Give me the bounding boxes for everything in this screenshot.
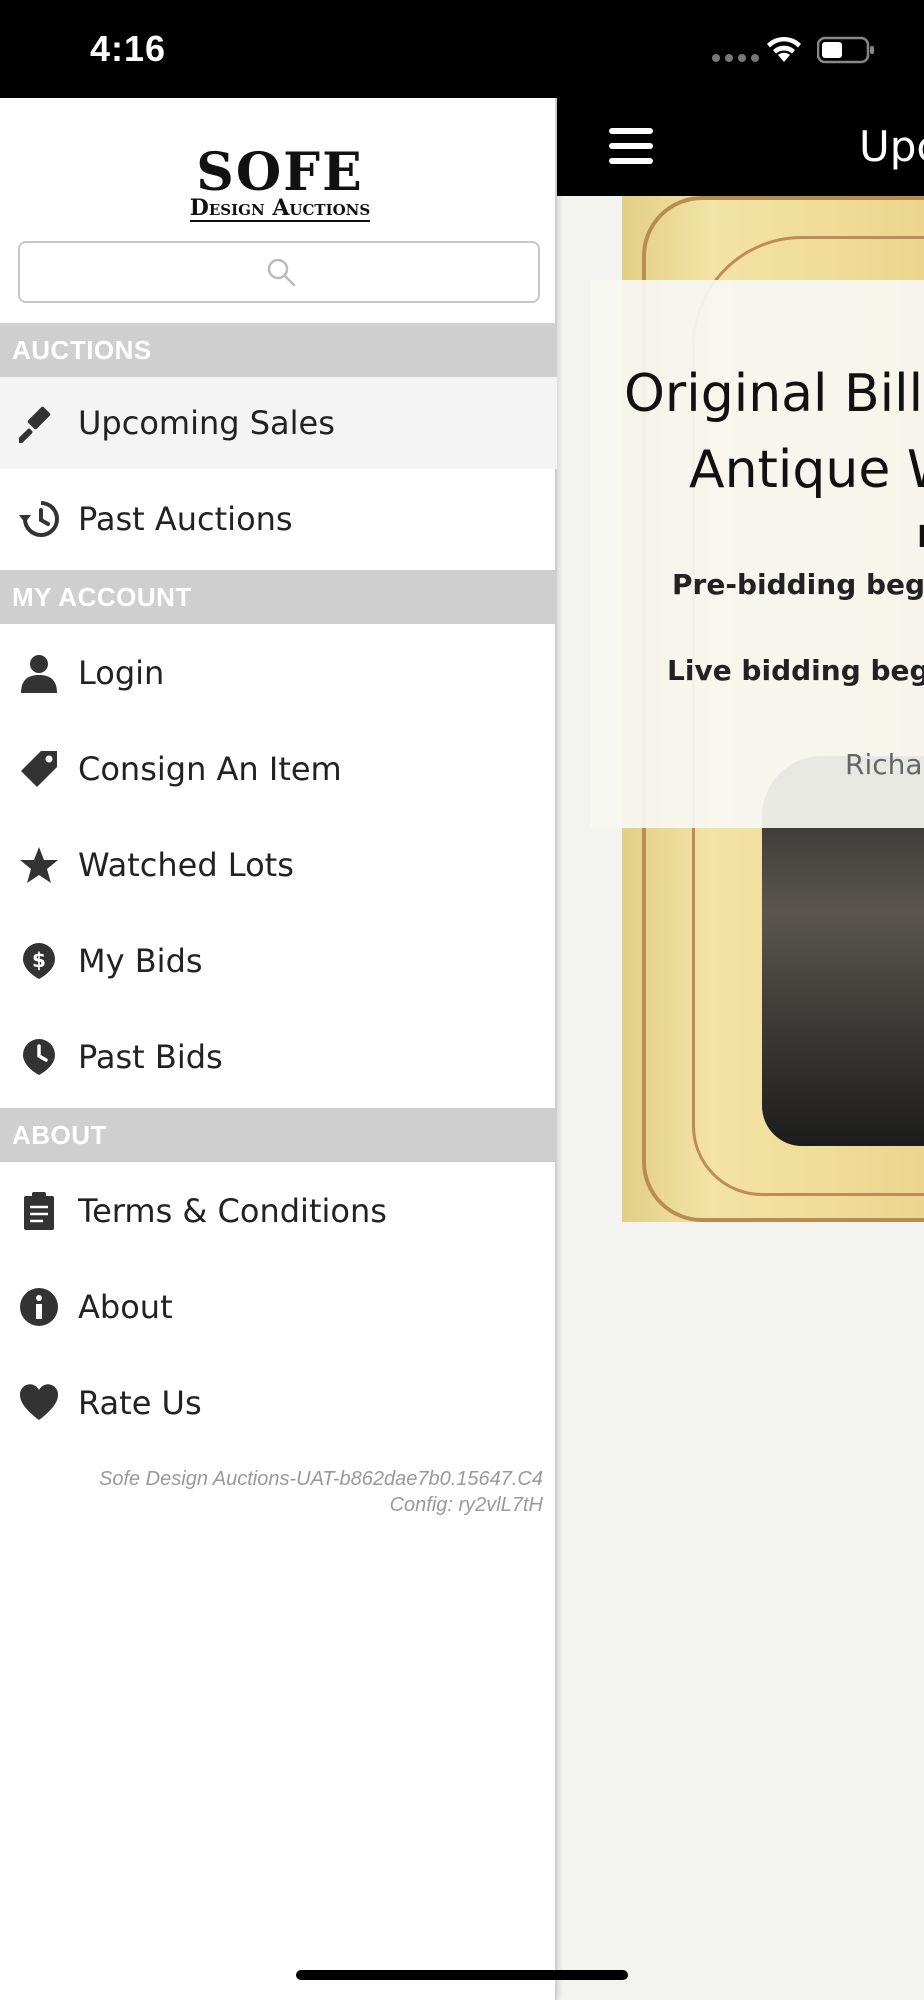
sale-text-clip: Original Billy Antique W I Pre-bidding b… (557, 0, 924, 2000)
section-header-my-account: MY ACCOUNT (0, 570, 557, 624)
gavel-icon (18, 402, 60, 444)
info-icon (18, 1286, 60, 1328)
user-icon (18, 652, 60, 694)
status-time: 4:16 (90, 28, 167, 69)
section-header-auctions: AUCTIONS (0, 323, 557, 377)
menu-item-terms-conditions[interactable]: Terms & Conditions (0, 1165, 557, 1257)
prebid-time: Pre-bidding begi (672, 568, 924, 601)
clock-pin-icon (18, 1036, 60, 1078)
star-icon (18, 844, 60, 886)
livebid-time: Live bidding begi (667, 654, 924, 687)
side-drawer: SOFE Design Auctions AUCTIONS Upcoming S… (0, 98, 557, 2000)
menu-item-past-auctions[interactable]: Past Auctions (0, 473, 557, 565)
menu-item-my-bids[interactable]: $ My Bids (0, 915, 557, 1007)
history-icon (18, 498, 60, 540)
menu-item-about[interactable]: About (0, 1261, 557, 1353)
menu-item-upcoming-sales[interactable]: Upcoming Sales (0, 377, 557, 469)
menu-item-login[interactable]: Login (0, 627, 557, 719)
svg-text:$: $ (32, 948, 46, 972)
dollar-pin-icon: $ (18, 940, 60, 982)
search-field[interactable] (18, 241, 540, 303)
tag-icon (18, 748, 60, 790)
menu-item-rate-us[interactable]: Rate Us (0, 1357, 557, 1449)
home-indicator[interactable] (296, 1970, 628, 1980)
menu-item-consign-an-item[interactable]: Consign An Item (0, 723, 557, 815)
menu-item-watched-lots[interactable]: Watched Lots (0, 819, 557, 911)
search-input[interactable] (20, 243, 538, 301)
sale-location: Richar (845, 748, 924, 781)
logo: SOFE Design Auctions (189, 142, 371, 222)
build-config: Config: ry2vlL7tH (389, 1494, 543, 1516)
build-version: Sofe Design Auctions-UAT-b862dae7b0.1564… (98, 1468, 543, 1490)
heart-icon (18, 1382, 60, 1424)
menu-item-past-bids[interactable]: Past Bids (0, 1011, 557, 1103)
clipboard-icon (18, 1190, 60, 1232)
build-info: Sofe Design Auctions-UAT-b862dae7b0.1564… (99, 1466, 543, 1518)
sale-date: I (917, 520, 924, 555)
section-header-about: ABOUT (0, 1108, 557, 1162)
